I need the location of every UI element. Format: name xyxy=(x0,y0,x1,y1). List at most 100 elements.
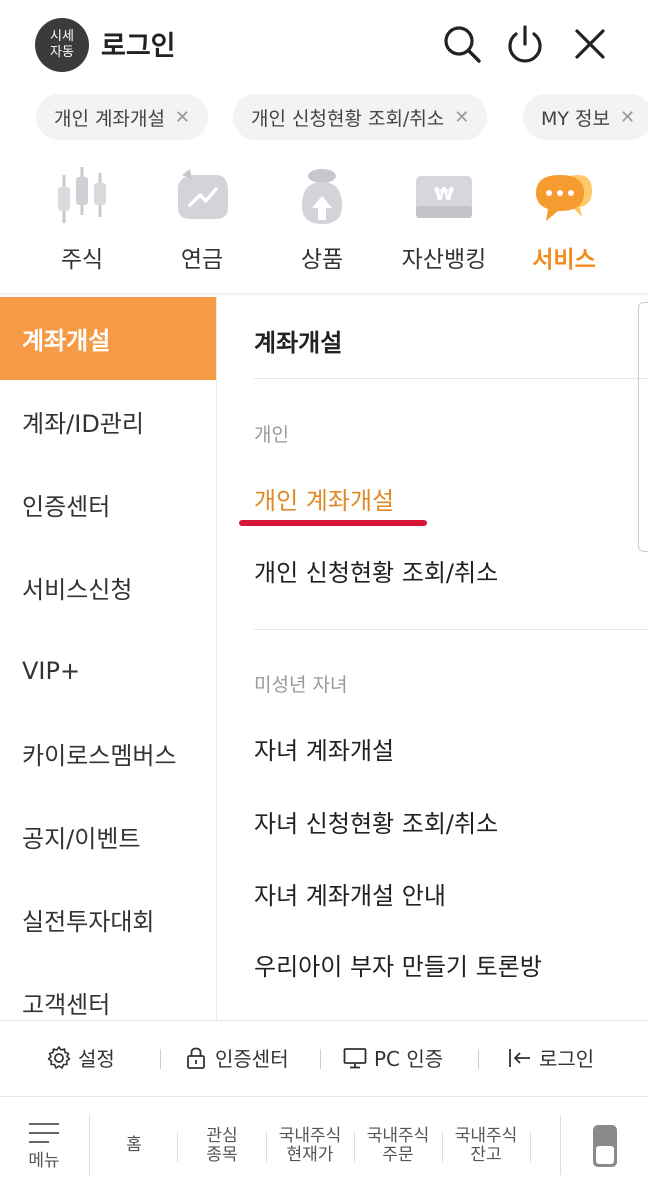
bank-card-icon: ₩ xyxy=(384,162,504,232)
separator xyxy=(442,1132,443,1162)
separator xyxy=(89,1115,90,1175)
hamburger-icon xyxy=(29,1123,59,1143)
search-icon[interactable] xyxy=(440,22,484,66)
sidebar-item-customer-center[interactable]: 고객센터 xyxy=(0,961,216,1020)
submenu-title: 계좌개설 xyxy=(254,329,343,357)
sidebar-item-auth-center[interactable]: 인증센터 xyxy=(0,463,216,546)
settings-label: 설정 xyxy=(78,1047,115,1071)
separator xyxy=(177,1132,178,1162)
chip-personal-account-open[interactable]: 개인 계좌개설 ✕ xyxy=(36,94,209,140)
auto-quote-badge[interactable]: 시세 자동 xyxy=(35,18,89,72)
tab-balance-line2: 잔고 xyxy=(470,1144,502,1165)
separator xyxy=(320,1049,321,1069)
tab-order-line2: 주문 xyxy=(382,1144,414,1165)
login-button[interactable]: 로그인 xyxy=(507,1043,594,1072)
separator xyxy=(160,1049,161,1069)
divider xyxy=(254,378,648,379)
tab-price-line1: 국내주식 xyxy=(278,1125,342,1146)
sidebar-item-notice-event[interactable]: 공지/이벤트 xyxy=(0,795,216,878)
utility-bar: 설정 인증센터 PC 인증 로그인 xyxy=(0,1020,648,1096)
tab-menu[interactable]: 메뉴 xyxy=(14,1097,74,1193)
category-label: 상품 xyxy=(300,247,344,273)
link-child-application-status[interactable]: 자녀 신청현황 조회/취소 xyxy=(254,804,498,839)
chip-label: 개인 계좌개설 xyxy=(54,107,165,130)
gear-icon xyxy=(47,1045,71,1069)
link-child-wealth-forum[interactable]: 우리아이 부자 만들기 토론방 xyxy=(254,947,542,982)
category-tabs: 주식 연금 상품 ₩ 자산뱅킹 서비스 xyxy=(0,162,648,292)
category-stocks[interactable]: 주식 xyxy=(22,162,142,274)
tab-domestic-price[interactable]: 국내주식 현재가 xyxy=(268,1097,352,1193)
tab-toggle-button[interactable] xyxy=(580,1097,630,1193)
separator xyxy=(478,1049,479,1069)
recent-menu-chips: 개인 계좌개설 ✕ 개인 신청현황 조회/취소 ✕ MY 정보 ✕ xyxy=(0,94,648,142)
settings-button[interactable]: 설정 xyxy=(46,1043,115,1072)
sidebar-item-service-apply[interactable]: 서비스신청 xyxy=(0,546,216,629)
sidebar-item-account-open[interactable]: 계좌개설 xyxy=(0,297,216,380)
category-label: 자산뱅킹 xyxy=(401,247,487,273)
pc-auth-button[interactable]: PC 인증 xyxy=(342,1043,443,1072)
link-personal-application-status[interactable]: 개인 신청현황 조회/취소 xyxy=(254,553,498,588)
tab-menu-label: 메뉴 xyxy=(28,1151,60,1171)
chip-close-icon[interactable]: ✕ xyxy=(175,107,190,128)
tab-watch-line2: 종목 xyxy=(206,1144,238,1165)
toggle-switch-icon xyxy=(593,1124,617,1167)
chip-label: 개인 신청현황 조회/취소 xyxy=(251,107,445,130)
link-child-account-guide[interactable]: 자녀 계좌개설 안내 xyxy=(254,876,446,911)
login-arrow-icon xyxy=(509,1048,530,1067)
scrollbar[interactable] xyxy=(638,302,648,552)
tab-price-line2: 현재가 xyxy=(286,1144,334,1165)
lock-icon xyxy=(187,1047,205,1069)
category-label: 서비스 xyxy=(532,247,596,273)
section-label-personal: 개인 xyxy=(254,424,289,446)
tab-order-line1: 국내주식 xyxy=(366,1125,430,1146)
chip-label: MY 정보 xyxy=(541,107,610,130)
header: 시세 자동 로그인 xyxy=(0,0,648,90)
submenu-panel: 계좌개설 개인 개인 계좌개설 개인 신청현황 조회/취소 미성년 자녀 자녀 … xyxy=(217,297,648,1020)
category-label: 연금 xyxy=(180,247,224,273)
auth-center-button[interactable]: 인증센터 xyxy=(183,1043,289,1072)
power-icon[interactable] xyxy=(503,22,547,66)
chat-bubble-icon xyxy=(504,162,624,232)
sidebar-item-trading-contest[interactable]: 실전투자대회 xyxy=(0,878,216,961)
sidebar: 계좌개설 계좌/ID관리 인증센터 서비스신청 VIP+ 카이로스멤버스 공지/… xyxy=(0,297,217,1020)
tab-home-label: 홈 xyxy=(126,1135,142,1155)
chip-close-icon[interactable]: ✕ xyxy=(620,107,635,128)
tab-more-partial[interactable] xyxy=(538,1097,558,1193)
money-bag-icon xyxy=(262,162,382,232)
pc-auth-label: PC 인증 xyxy=(374,1047,444,1071)
close-icon[interactable] xyxy=(568,22,612,66)
category-label: 주식 xyxy=(60,247,104,273)
badge-line1: 시세 xyxy=(50,29,74,44)
tab-watchlist[interactable]: 관심 종목 xyxy=(190,1097,254,1193)
monitor-icon xyxy=(343,1047,367,1068)
sidebar-item-vip[interactable]: VIP+ xyxy=(0,629,216,712)
chip-personal-application-status[interactable]: 개인 신청현황 조회/취소 ✕ xyxy=(233,94,488,140)
sidebar-item-account-id-manage[interactable]: 계좌/ID관리 xyxy=(0,380,216,463)
login-label: 로그인 xyxy=(539,1047,595,1071)
piggy-bank-icon xyxy=(142,162,262,232)
category-products[interactable]: 상품 xyxy=(262,162,382,274)
separator xyxy=(354,1132,355,1162)
tab-home[interactable]: 홈 xyxy=(104,1097,164,1193)
tab-domestic-balance[interactable]: 국내주식 잔고 xyxy=(444,1097,528,1193)
separator xyxy=(266,1132,267,1162)
divider xyxy=(254,629,648,630)
login-link[interactable]: 로그인 xyxy=(101,24,176,63)
tab-domestic-order[interactable]: 국내주식 주문 xyxy=(356,1097,440,1193)
link-child-account-open[interactable]: 자녀 계좌개설 xyxy=(254,731,394,766)
bottom-tab-bar: 메뉴 홈 관심 종목 국내주식 현재가 국내주식 주문 국내주식 잔고 xyxy=(0,1096,648,1193)
category-pension[interactable]: 연금 xyxy=(142,162,262,274)
chip-close-icon[interactable]: ✕ xyxy=(454,107,469,128)
tab-watch-line1: 관심 xyxy=(206,1125,238,1146)
svg-text:₩: ₩ xyxy=(434,184,454,205)
link-personal-account-open[interactable]: 개인 계좌개설 xyxy=(254,481,394,516)
category-service[interactable]: 서비스 xyxy=(504,162,624,274)
section-label-minor-child: 미성년 자녀 xyxy=(254,674,348,696)
category-asset-banking[interactable]: ₩ 자산뱅킹 xyxy=(384,162,504,274)
candlestick-icon xyxy=(22,162,142,232)
separator xyxy=(530,1132,531,1162)
auth-center-label: 인증센터 xyxy=(215,1047,289,1071)
highlight-underline xyxy=(239,520,427,526)
chip-my-info[interactable]: MY 정보 ✕ xyxy=(523,94,648,140)
sidebar-item-kairos-members[interactable]: 카이로스멤버스 xyxy=(0,712,216,795)
